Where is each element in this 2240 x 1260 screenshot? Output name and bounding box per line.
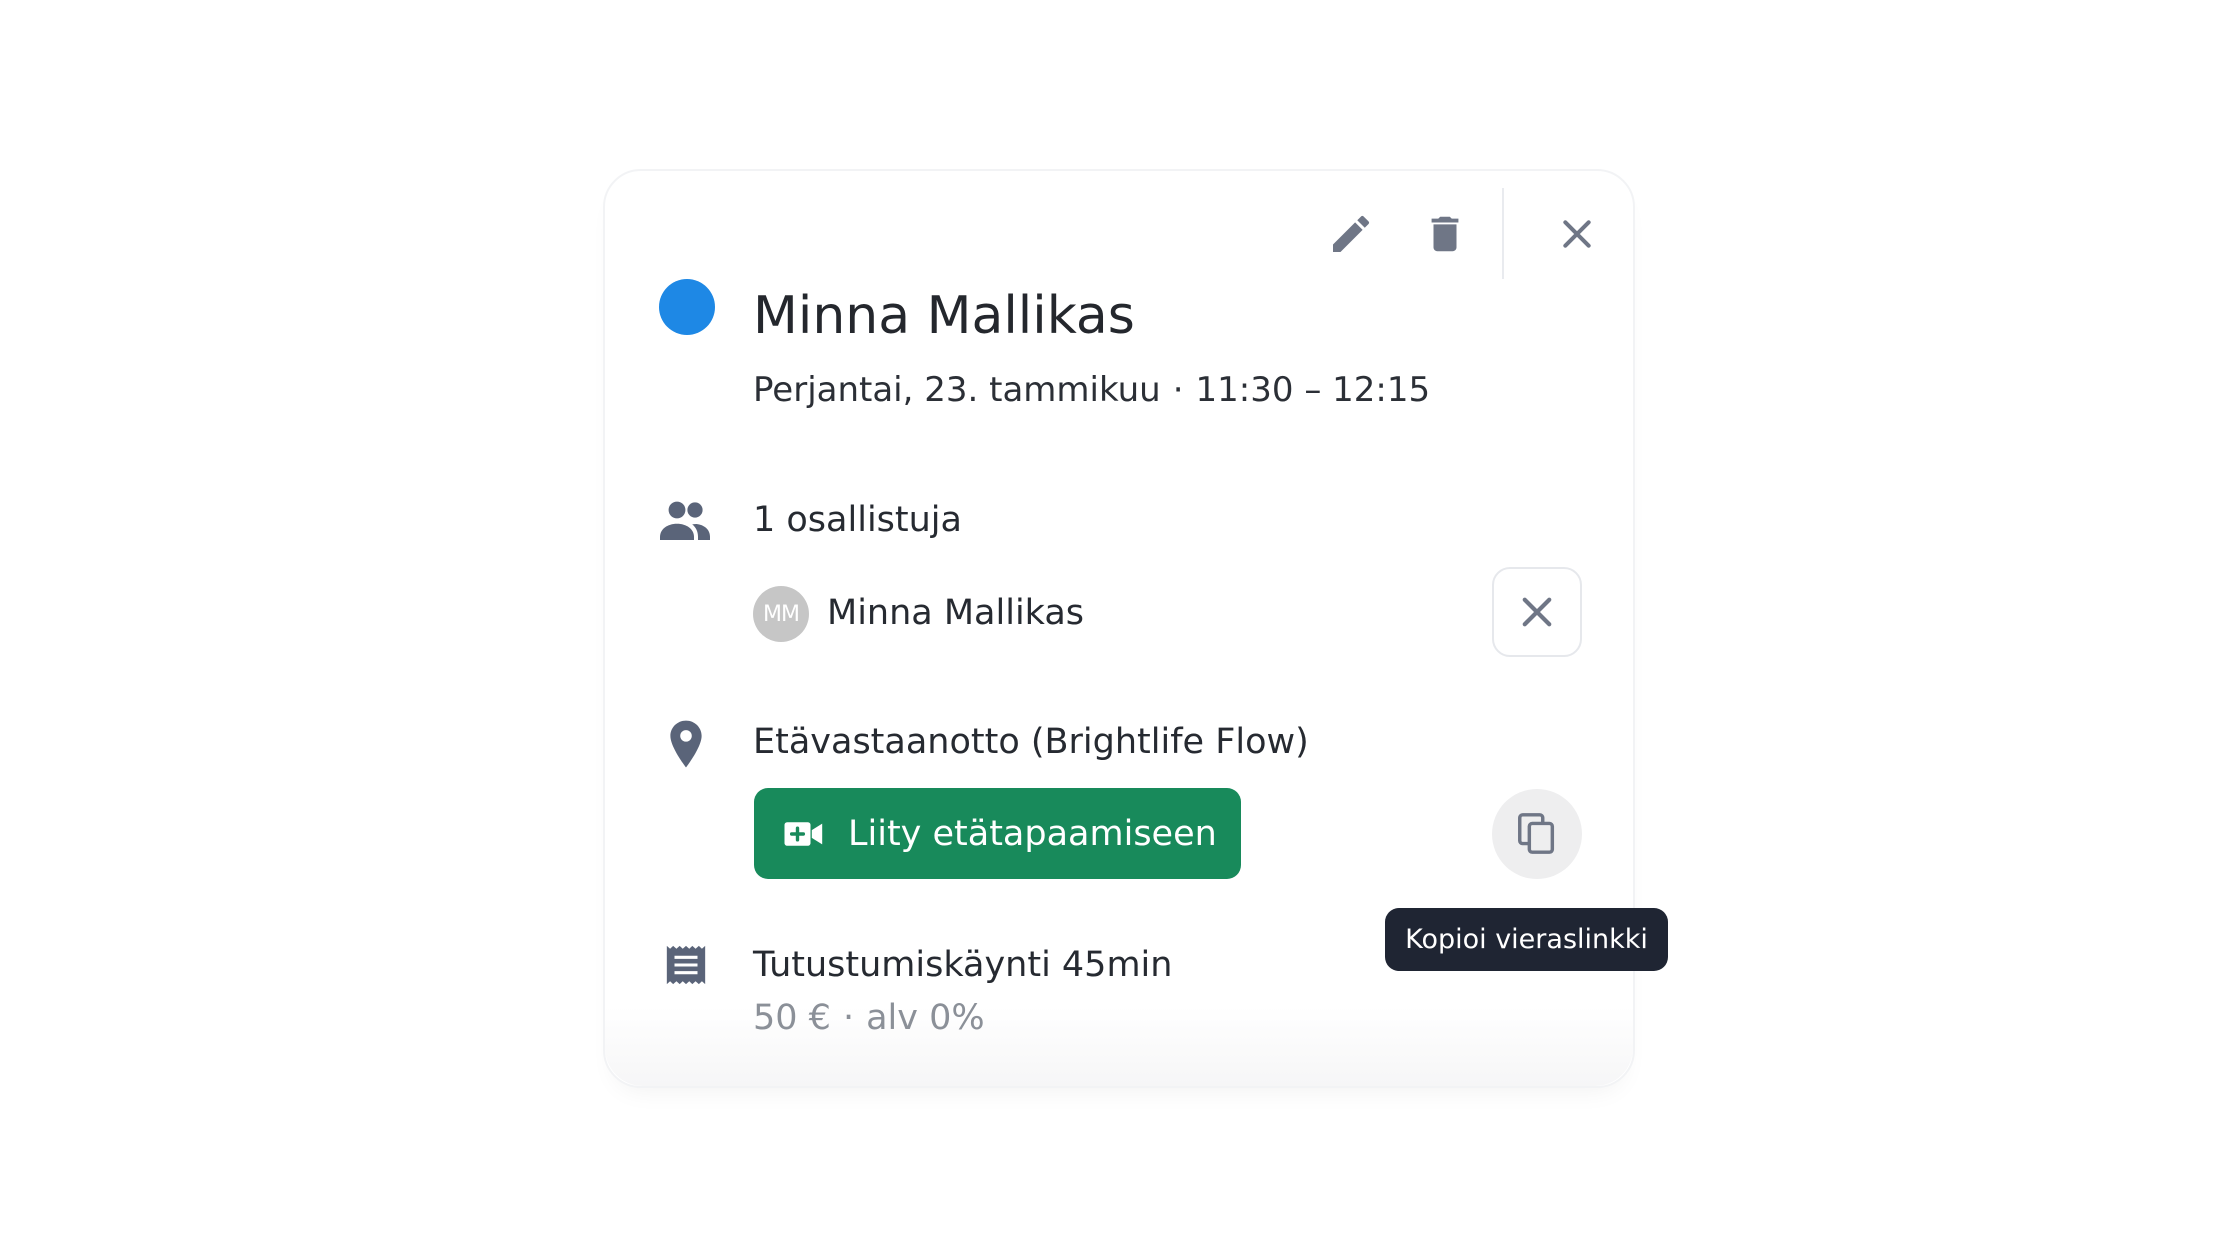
event-date: Perjantai, 23. tammikuu: [753, 370, 1161, 410]
people-icon: [657, 496, 713, 544]
service-name: Tutustumiskäynti 45min: [753, 945, 1173, 985]
toolbar-divider: [1502, 188, 1504, 279]
copy-icon: [1518, 813, 1555, 854]
copy-link-tooltip: Kopioi vieraslinkki: [1385, 908, 1668, 971]
service-price: 50 €: [753, 998, 831, 1038]
price-separator: ·: [842, 998, 855, 1038]
event-datetime: Perjantai, 23. tammikuu · 11:30 – 12:15: [753, 367, 1430, 413]
close-icon: [1563, 220, 1591, 248]
service-vat: alv 0%: [866, 998, 985, 1038]
remove-participant-button[interactable]: [1492, 567, 1582, 657]
service-price-line: 50 € · alv 0%: [753, 995, 985, 1041]
participant-name: Minna Mallikas: [827, 593, 1085, 633]
join-meeting-button[interactable]: Liity etätapaamiseen: [754, 788, 1241, 879]
receipt-icon: [663, 942, 709, 988]
participant-count: 1 osallistuja: [753, 500, 962, 540]
event-time: 11:30 – 12:15: [1195, 370, 1431, 410]
edit-button[interactable]: [1321, 204, 1381, 264]
trash-icon: [1431, 216, 1459, 252]
copy-link-button[interactable]: [1492, 789, 1582, 879]
avatar: MM: [753, 586, 809, 642]
close-button[interactable]: [1547, 204, 1607, 264]
event-color-dot: [659, 279, 715, 335]
video-plus-icon: [784, 821, 823, 846]
location-label: Etävastaanotto (Brightlife Flow): [753, 722, 1309, 762]
join-button-label: Liity etätapaamiseen: [848, 813, 1217, 854]
location-pin-icon: [667, 719, 705, 769]
pencil-icon: [1333, 215, 1370, 252]
datetime-separator: ·: [1172, 370, 1184, 410]
event-title: Minna Mallikas: [753, 286, 1135, 346]
close-icon: [1522, 597, 1552, 627]
delete-button[interactable]: [1415, 204, 1475, 264]
